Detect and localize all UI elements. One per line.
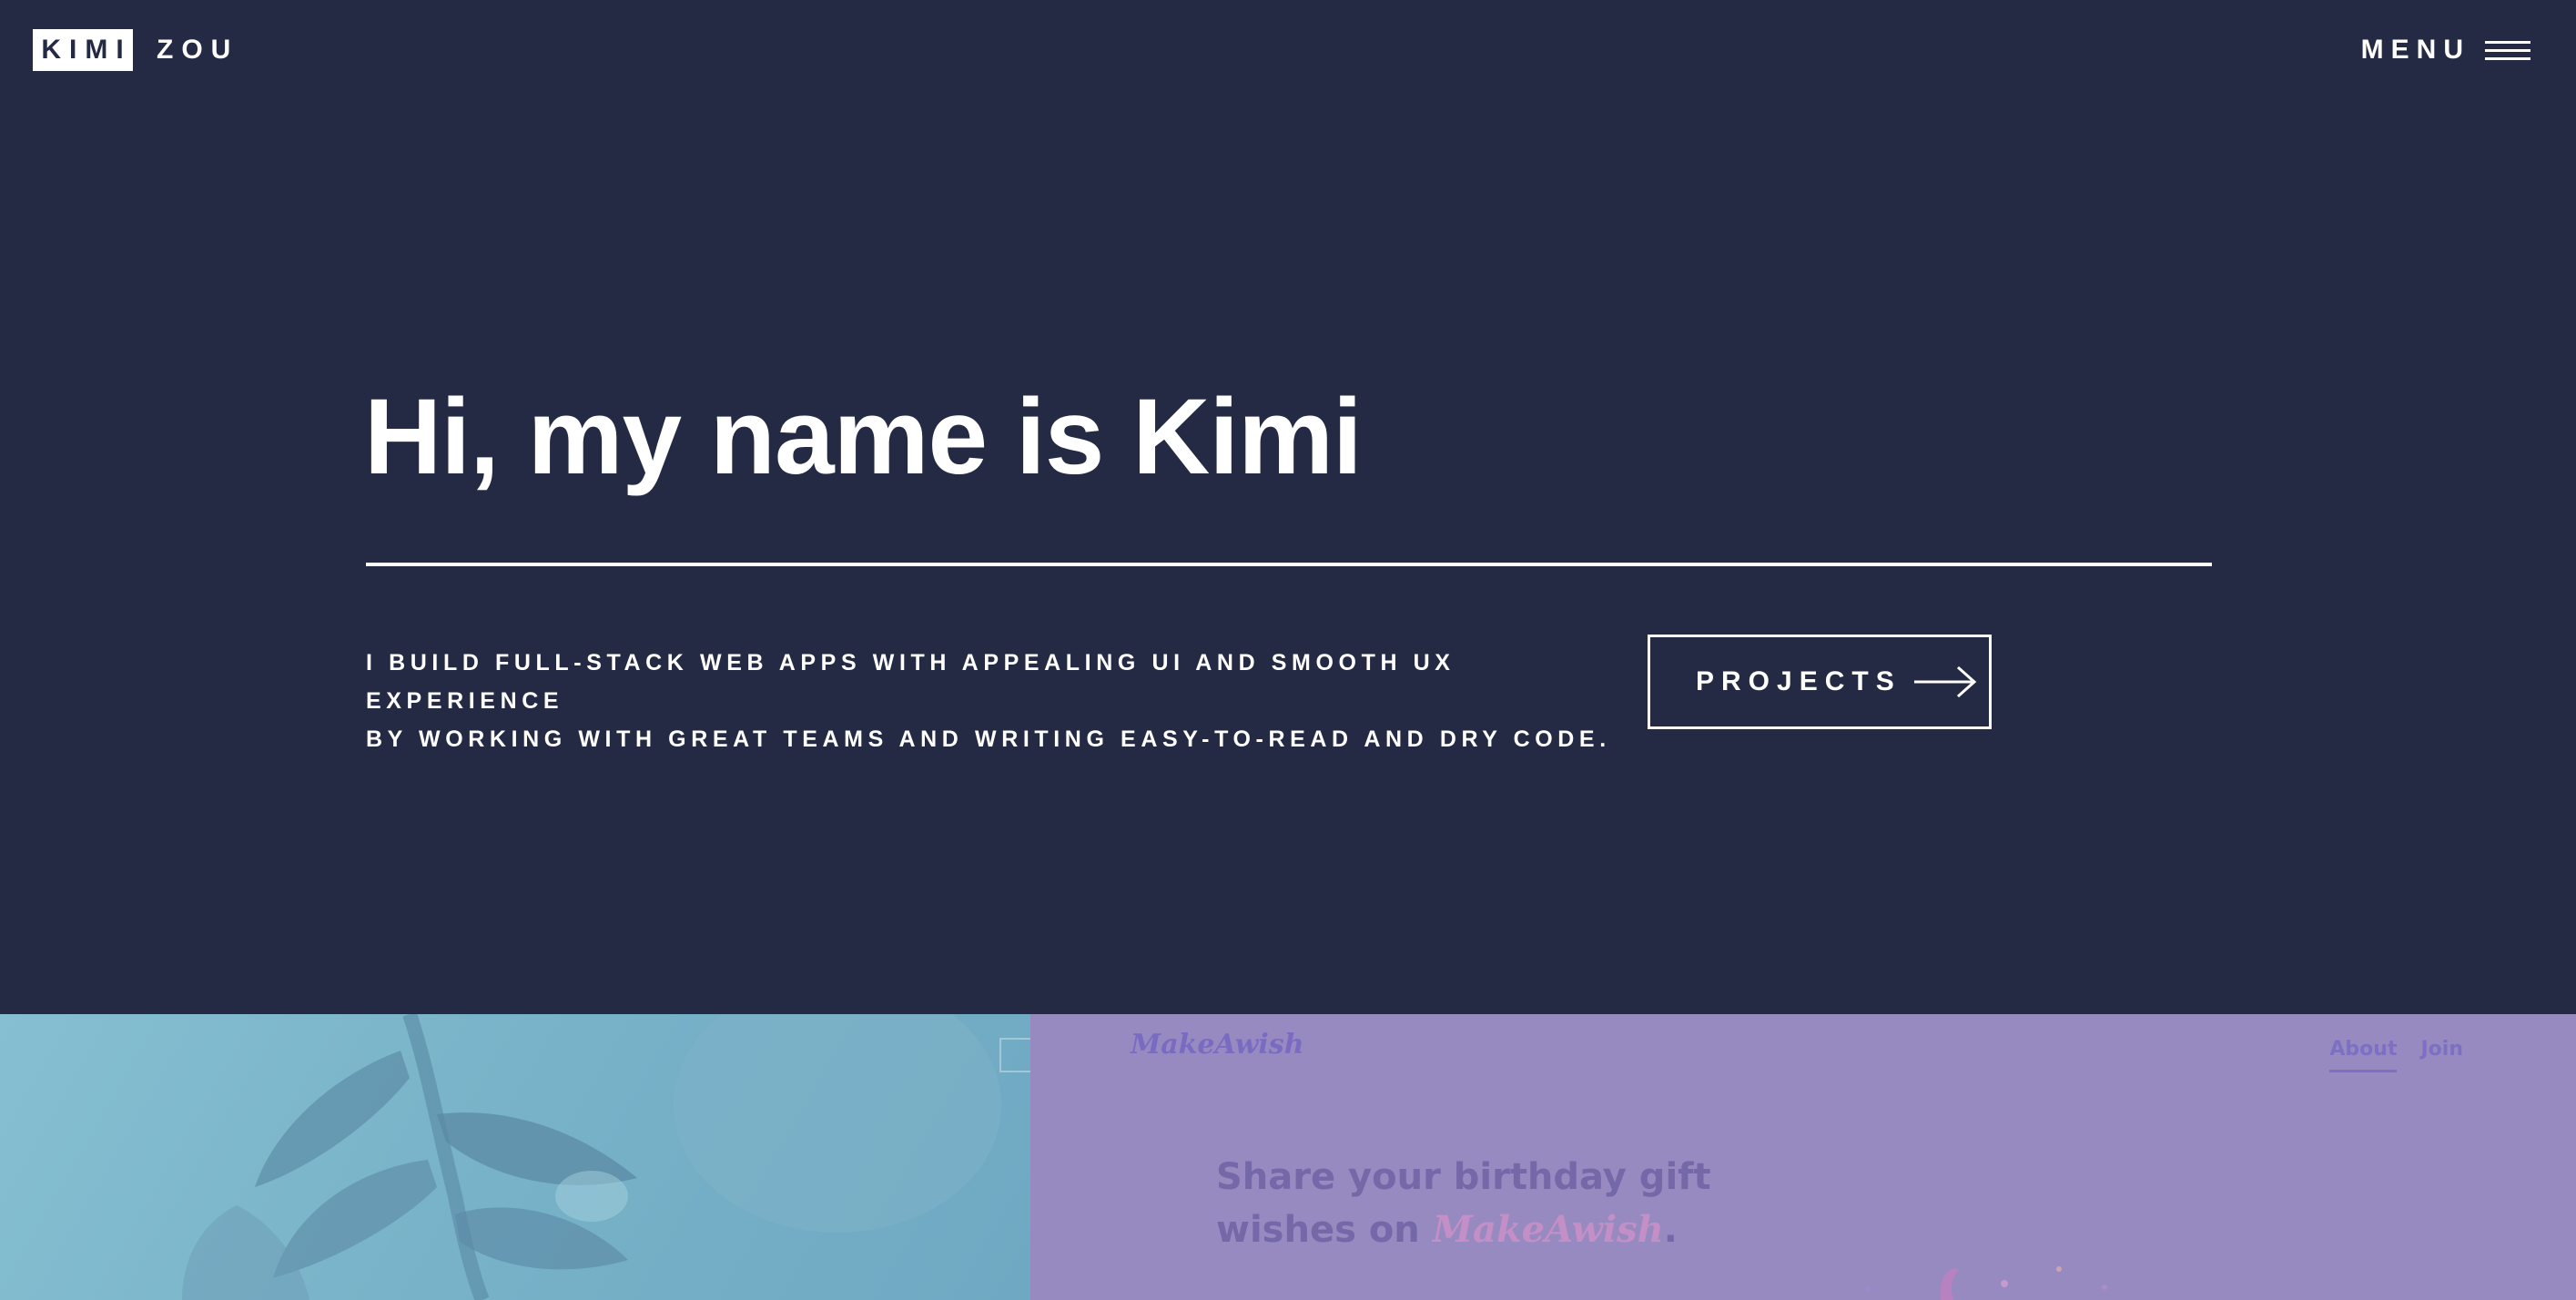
hero-divider	[366, 563, 2212, 566]
hamburger-icon	[2485, 39, 2530, 61]
site-header: KIMI ZOU MENU	[0, 0, 2576, 100]
portfolio-page: KIMI ZOU MENU Hi, my name is Kimi I BUIL…	[0, 0, 2576, 1300]
plant-image	[182, 1014, 1001, 1300]
projects-button[interactable]: PROJECTS	[1648, 635, 1992, 729]
makeawish-nav: About Join	[2329, 1038, 2463, 1072]
tagline-line-2: BY WORKING WITH GREAT TEAMS AND WRITING …	[366, 726, 1611, 752]
confetti-illustration	[1865, 1266, 2107, 1300]
makeawish-nav-about[interactable]: About	[2329, 1038, 2398, 1072]
logo-first-name: KIMI	[33, 29, 133, 71]
logo-last-name: ZOU	[157, 35, 239, 65]
makeawish-logo: MakeAwish	[1131, 1029, 1304, 1061]
projects-button-label: PROJECTS	[1696, 666, 1902, 696]
makeawish-headline-brand: MakeAwish	[1432, 1208, 1664, 1251]
makeawish-headline-suffix: .	[1663, 1209, 1678, 1251]
project-preview-makeawish[interactable]: MakeAwish About Join Share your birthday…	[1030, 1014, 2576, 1300]
tagline-line-1: I BUILD FULL-STACK WEB APPS WITH APPEALI…	[366, 650, 1455, 714]
preview-corner-box	[999, 1038, 1030, 1072]
hero-title: Hi, my name is Kimi	[364, 377, 1363, 497]
arrow-right-icon	[1913, 665, 1976, 698]
makeawish-headline: Share your birthday gift wishes on MakeA…	[1216, 1151, 1853, 1256]
project-preview-plant[interactable]	[0, 1014, 1030, 1300]
menu-label: MENU	[2360, 35, 2470, 65]
makeawish-nav-join[interactable]: Join	[2420, 1038, 2463, 1072]
menu-button[interactable]: MENU	[2361, 29, 2530, 71]
site-logo[interactable]: KIMI ZOU	[33, 29, 238, 71]
hero-tagline: I BUILD FULL-STACK WEB APPS WITH APPEALI…	[366, 644, 1640, 758]
